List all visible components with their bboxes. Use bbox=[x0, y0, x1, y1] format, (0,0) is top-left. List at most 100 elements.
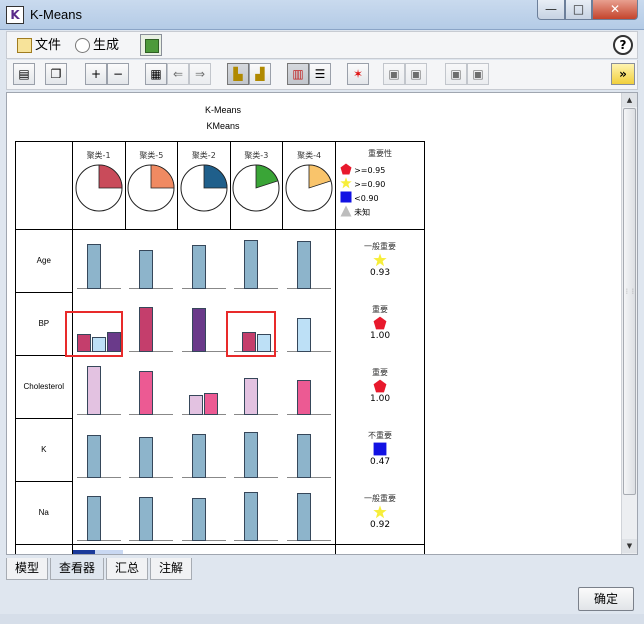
field-label-cell: Age bbox=[15, 229, 73, 293]
distribution-cell[interactable] bbox=[230, 230, 283, 293]
importance-value: 0.47 bbox=[370, 456, 391, 467]
field-label-cell: Cholesterol bbox=[15, 355, 73, 419]
resize-grip-icon[interactable]: ⋮⋮ bbox=[624, 289, 636, 305]
menu-generate[interactable]: 生成 bbox=[73, 35, 129, 57]
star-button[interactable]: ✶ bbox=[347, 63, 369, 85]
distribution-bars bbox=[283, 482, 335, 544]
expand-toolbar-button[interactable]: » bbox=[611, 63, 635, 85]
distribution-cell[interactable] bbox=[71, 481, 126, 545]
distribution-cell[interactable] bbox=[178, 356, 231, 419]
menu-file-label: 文件 bbox=[35, 38, 62, 53]
distribution-cell[interactable] bbox=[71, 355, 126, 419]
cluster-header-4[interactable]: 聚类-3 bbox=[229, 141, 284, 230]
close-button[interactable]: ✕ bbox=[592, 0, 638, 20]
minimize-button[interactable]: — bbox=[537, 0, 565, 20]
back-button[interactable]: ⇐ bbox=[167, 63, 189, 85]
tab-viewer[interactable]: 查看器 bbox=[50, 558, 105, 580]
distribution-bars bbox=[125, 419, 177, 481]
distribution-cell[interactable] bbox=[125, 419, 178, 482]
distribution-cell[interactable] bbox=[178, 230, 231, 293]
distribution-cell[interactable] bbox=[283, 356, 336, 419]
field-label-cell: K bbox=[15, 418, 73, 482]
sort-left-icon: ▣ bbox=[388, 67, 400, 81]
square-icon bbox=[340, 191, 352, 203]
distribution-bar bbox=[139, 436, 154, 478]
sort-right-button[interactable]: ▣ bbox=[405, 63, 427, 85]
scroll-up-arrow-icon[interactable]: ▲ bbox=[622, 93, 637, 107]
cluster-header-1[interactable]: 聚类-1 bbox=[71, 141, 126, 230]
distribution-cell[interactable] bbox=[230, 356, 283, 419]
distribution-cell[interactable] bbox=[283, 230, 336, 293]
distribution-bars bbox=[125, 356, 177, 418]
distribution-cell[interactable] bbox=[125, 356, 178, 419]
distribution-cell[interactable] bbox=[178, 293, 231, 356]
zoom-out-icon: − bbox=[112, 67, 124, 81]
list-view-button[interactable]: ☰ bbox=[309, 63, 331, 85]
menu-bar: 文件 生成 ? bbox=[6, 31, 638, 59]
menu-file[interactable]: 文件 bbox=[15, 35, 69, 57]
distribution-cell[interactable] bbox=[283, 482, 336, 545]
pentagon-icon bbox=[340, 163, 352, 175]
distribution-cell[interactable] bbox=[71, 229, 126, 293]
importance-cell: 重要 1.00 bbox=[335, 292, 425, 356]
distribution-cell[interactable] bbox=[71, 418, 126, 482]
zoom-out-button[interactable]: − bbox=[107, 63, 129, 85]
forward-button[interactable]: ⇒ bbox=[189, 63, 211, 85]
stacked-chart-view-button[interactable]: ▟ bbox=[249, 63, 271, 85]
cluster-header-2[interactable]: 聚类-5 bbox=[124, 141, 179, 230]
distribution-cell[interactable] bbox=[283, 419, 336, 482]
importance-square-icon bbox=[373, 442, 387, 456]
help-button[interactable]: ? bbox=[613, 35, 633, 55]
cluster-pie-1 bbox=[75, 164, 123, 212]
cluster-header-3[interactable]: 聚类-2 bbox=[177, 141, 231, 230]
distribution-bars bbox=[178, 356, 230, 418]
distribution-cell[interactable] bbox=[125, 482, 178, 545]
distribution-cell[interactable] bbox=[178, 482, 231, 545]
distribution-cell[interactable] bbox=[230, 482, 283, 545]
ok-button[interactable]: 确定 bbox=[578, 587, 634, 611]
kmeans-app-icon: K bbox=[6, 6, 24, 24]
distribution-bar bbox=[139, 370, 154, 415]
triangle-icon bbox=[340, 205, 352, 217]
importance-cell: 一般重要 0.93 bbox=[335, 229, 425, 293]
vertical-scrollbar[interactable]: ▲ ▼ bbox=[621, 93, 637, 554]
transpose-left-button[interactable]: ▣ bbox=[445, 63, 467, 85]
distribution-bars bbox=[178, 482, 230, 544]
sort-left-button[interactable]: ▣ bbox=[383, 63, 405, 85]
cluster-header-5[interactable]: 聚类-4 bbox=[282, 141, 337, 230]
distribution-bar bbox=[296, 433, 311, 478]
distribution-bars bbox=[283, 230, 335, 292]
maximize-button[interactable]: □ bbox=[565, 0, 592, 20]
copy-button[interactable]: ❐ bbox=[45, 63, 67, 85]
generate-icon bbox=[75, 38, 90, 53]
distribution-bar bbox=[189, 394, 204, 415]
tab-summary[interactable]: 汇总 bbox=[106, 558, 149, 580]
cluster-pie-wrap bbox=[283, 163, 335, 216]
importance-cell: 不重要 0.47 bbox=[335, 418, 425, 482]
field-label: Na bbox=[38, 508, 49, 517]
print-button[interactable]: ▤ bbox=[13, 63, 35, 85]
distribution-cell[interactable] bbox=[125, 293, 178, 356]
window-title: K-Means bbox=[30, 7, 83, 22]
zoom-in-button[interactable]: + bbox=[85, 63, 107, 85]
tab-model[interactable]: 模型 bbox=[6, 558, 49, 580]
scroll-down-arrow-icon[interactable]: ▼ bbox=[622, 539, 637, 553]
distribution-cell[interactable] bbox=[178, 419, 231, 482]
table-view-button[interactable]: ▦ bbox=[145, 63, 167, 85]
cluster-pie-5 bbox=[285, 164, 333, 212]
distribution-bars bbox=[230, 230, 282, 292]
columns-view-button[interactable]: ▥ bbox=[287, 63, 309, 85]
export-model-button[interactable] bbox=[140, 34, 162, 56]
bar-chart-view-button[interactable]: ▙ bbox=[227, 63, 249, 85]
distribution-cell[interactable] bbox=[230, 419, 283, 482]
importance-value: 1.00 bbox=[370, 330, 391, 341]
tab-annotation[interactable]: 注解 bbox=[150, 558, 193, 580]
distribution-bars bbox=[178, 293, 230, 355]
field-label: K bbox=[41, 445, 47, 454]
zoom-in-icon: + bbox=[90, 67, 102, 81]
distribution-cell[interactable] bbox=[125, 230, 178, 293]
transpose-right-button[interactable]: ▣ bbox=[467, 63, 489, 85]
distribution-cell[interactable] bbox=[283, 293, 336, 356]
distribution-bars bbox=[283, 356, 335, 418]
legend-item-star: >=0.90 bbox=[336, 177, 424, 191]
